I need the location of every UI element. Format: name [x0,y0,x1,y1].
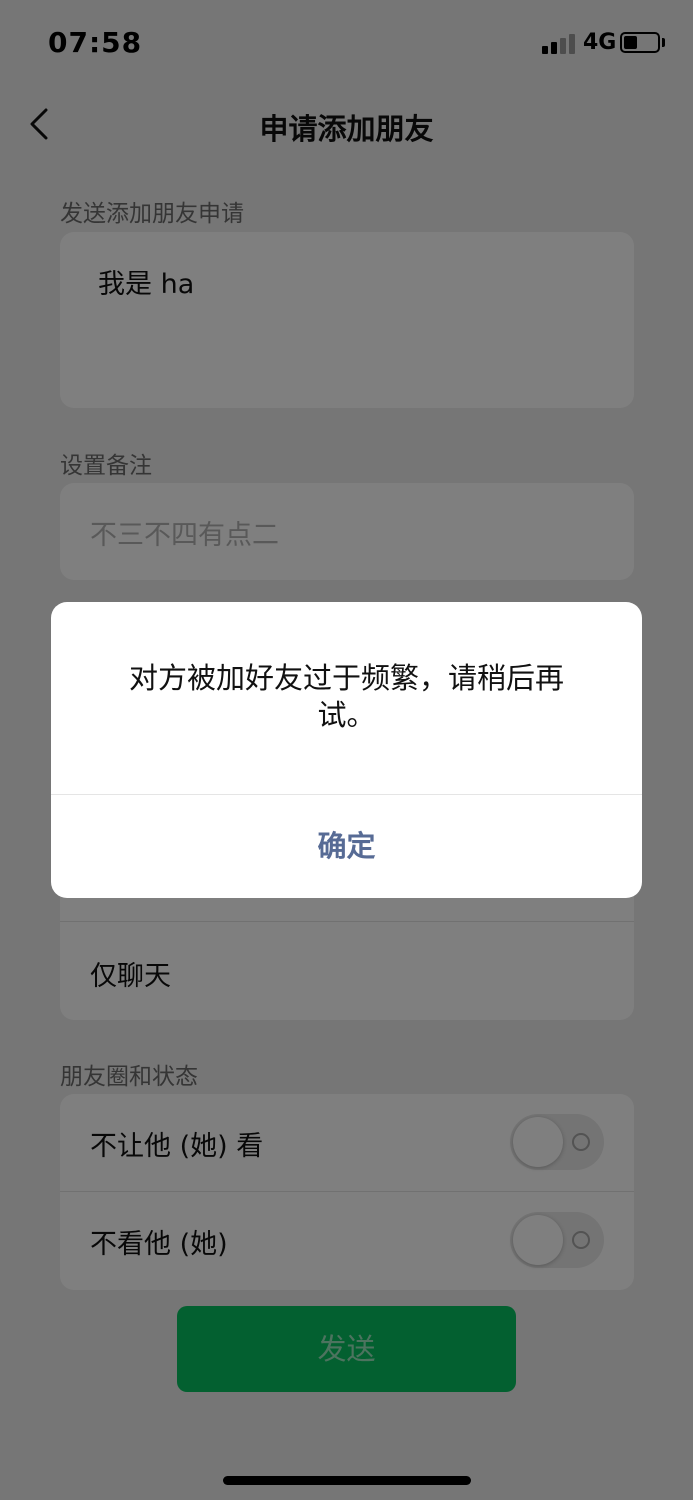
dialog-message: 对方被加好友过于频繁，请稍后再试。 [128,661,564,732]
confirm-button[interactable]: 确定 [51,795,642,898]
alert-dialog: 对方被加好友过于频繁，请稍后再试。 确定 [51,602,642,898]
